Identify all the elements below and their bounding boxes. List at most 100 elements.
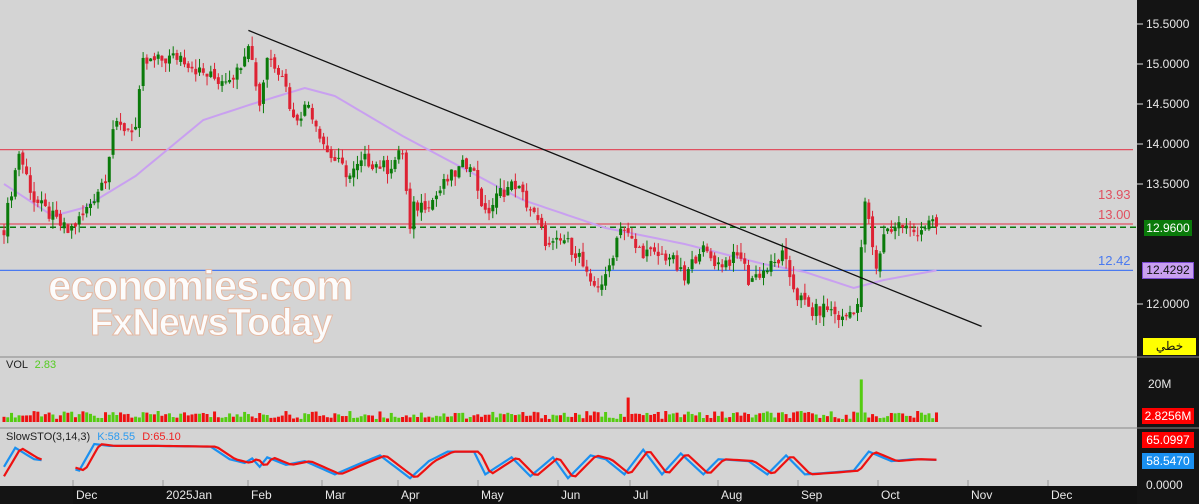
volume-bar bbox=[276, 416, 280, 422]
volume-bar bbox=[348, 411, 352, 422]
volume-bar bbox=[190, 414, 194, 422]
candle-body bbox=[626, 228, 630, 233]
volume-bar bbox=[927, 413, 931, 422]
volume-bar bbox=[442, 413, 446, 422]
candle-body bbox=[916, 235, 920, 237]
y-tick-label: 15.0000 bbox=[1146, 57, 1190, 71]
candle-body bbox=[686, 269, 690, 284]
level-label-1242: 12.42 bbox=[1098, 253, 1131, 268]
candle-body bbox=[645, 249, 649, 257]
level-label-1393: 13.93 bbox=[1098, 187, 1131, 202]
volume-bar bbox=[77, 414, 81, 422]
x-tick-label: Apr bbox=[401, 488, 420, 502]
chart-type-label[interactable]: خطي bbox=[1143, 338, 1196, 355]
candle-body bbox=[265, 57, 269, 80]
volume-bar bbox=[205, 414, 209, 422]
candle-body bbox=[762, 270, 766, 278]
volume-bar bbox=[750, 417, 754, 422]
volume-bar bbox=[604, 411, 608, 422]
volume-bar bbox=[2, 416, 6, 422]
candle-body bbox=[483, 203, 487, 210]
moving-average-line bbox=[3, 86, 937, 290]
volume-bar bbox=[434, 415, 438, 422]
candle-body bbox=[581, 251, 585, 267]
watermark-fxnewstoday: FxNewsToday bbox=[90, 302, 334, 345]
volume-bar bbox=[513, 415, 517, 422]
candle-body bbox=[701, 245, 705, 253]
candle-body bbox=[630, 235, 634, 239]
volume-bar bbox=[615, 418, 619, 422]
candle-body bbox=[547, 242, 551, 245]
candle-body bbox=[167, 55, 171, 64]
volume-bar bbox=[660, 418, 664, 422]
volume-last-tag: 2.8256M bbox=[1142, 408, 1194, 424]
volume-bar bbox=[453, 412, 457, 422]
candle-body bbox=[164, 58, 168, 64]
volume-bar bbox=[668, 414, 672, 422]
x-tick-label: Sep bbox=[801, 488, 823, 502]
candle-body bbox=[551, 241, 555, 243]
x-tick-label: Nov bbox=[971, 488, 993, 502]
candle-body bbox=[927, 220, 931, 230]
candle-body bbox=[70, 225, 74, 231]
volume-bar bbox=[220, 417, 224, 422]
candle-body bbox=[521, 184, 525, 193]
candle-body bbox=[28, 175, 32, 193]
y-tick-label: 15.5000 bbox=[1146, 17, 1190, 31]
candle-body bbox=[833, 306, 837, 315]
volume-axis-tick: 20M bbox=[1148, 377, 1172, 391]
candle-body bbox=[190, 66, 194, 69]
volume-bar bbox=[765, 411, 769, 422]
candle-body bbox=[570, 237, 574, 255]
candle-body bbox=[250, 46, 254, 60]
volume-bar bbox=[198, 413, 202, 422]
candle-body bbox=[637, 246, 641, 248]
candle-body bbox=[690, 259, 694, 270]
volume-bar bbox=[498, 413, 502, 422]
candle-body bbox=[386, 159, 390, 175]
volume-bar bbox=[619, 413, 623, 422]
candle-body bbox=[209, 71, 213, 77]
volume-bar bbox=[833, 417, 837, 422]
candle-body bbox=[476, 169, 480, 191]
candle-body bbox=[562, 240, 566, 244]
candle-body bbox=[303, 104, 307, 116]
volume-bar bbox=[634, 413, 638, 422]
candle-body bbox=[652, 247, 656, 252]
volume-bar bbox=[491, 411, 495, 422]
volume-title: VOL 2.83 bbox=[6, 359, 57, 371]
volume-bar bbox=[735, 412, 739, 422]
volume-bar bbox=[825, 416, 829, 422]
candle-body bbox=[194, 68, 198, 75]
chart-canvas[interactable] bbox=[0, 0, 1199, 504]
candle-body bbox=[592, 281, 596, 286]
volume-bar bbox=[88, 413, 92, 422]
volume-bar bbox=[6, 417, 10, 422]
volume-bar bbox=[382, 417, 386, 422]
candle-body bbox=[780, 250, 784, 262]
candle-body bbox=[792, 274, 796, 290]
candle-body bbox=[566, 238, 570, 240]
volume-bar bbox=[352, 417, 356, 422]
candle-body bbox=[716, 262, 720, 265]
candle-body bbox=[359, 160, 363, 166]
x-tick-label: May bbox=[481, 488, 504, 502]
candle-body bbox=[367, 153, 371, 167]
candle-body bbox=[457, 166, 461, 178]
volume-bar bbox=[679, 417, 683, 422]
volume-bar bbox=[622, 416, 626, 422]
candle-body bbox=[468, 167, 472, 172]
candle-body bbox=[299, 118, 303, 121]
volume-bar bbox=[762, 412, 766, 422]
volume-bar bbox=[856, 412, 860, 422]
volume-bar bbox=[934, 412, 938, 422]
candle-body bbox=[137, 89, 141, 129]
candle-body bbox=[904, 225, 908, 229]
y-tick-label: 12.0000 bbox=[1146, 297, 1190, 311]
volume-bar bbox=[160, 415, 164, 422]
volume-bar bbox=[404, 415, 408, 422]
candle-body bbox=[115, 121, 119, 127]
candle-body bbox=[837, 314, 841, 321]
candle-body bbox=[51, 210, 55, 220]
candle-body bbox=[73, 223, 77, 227]
